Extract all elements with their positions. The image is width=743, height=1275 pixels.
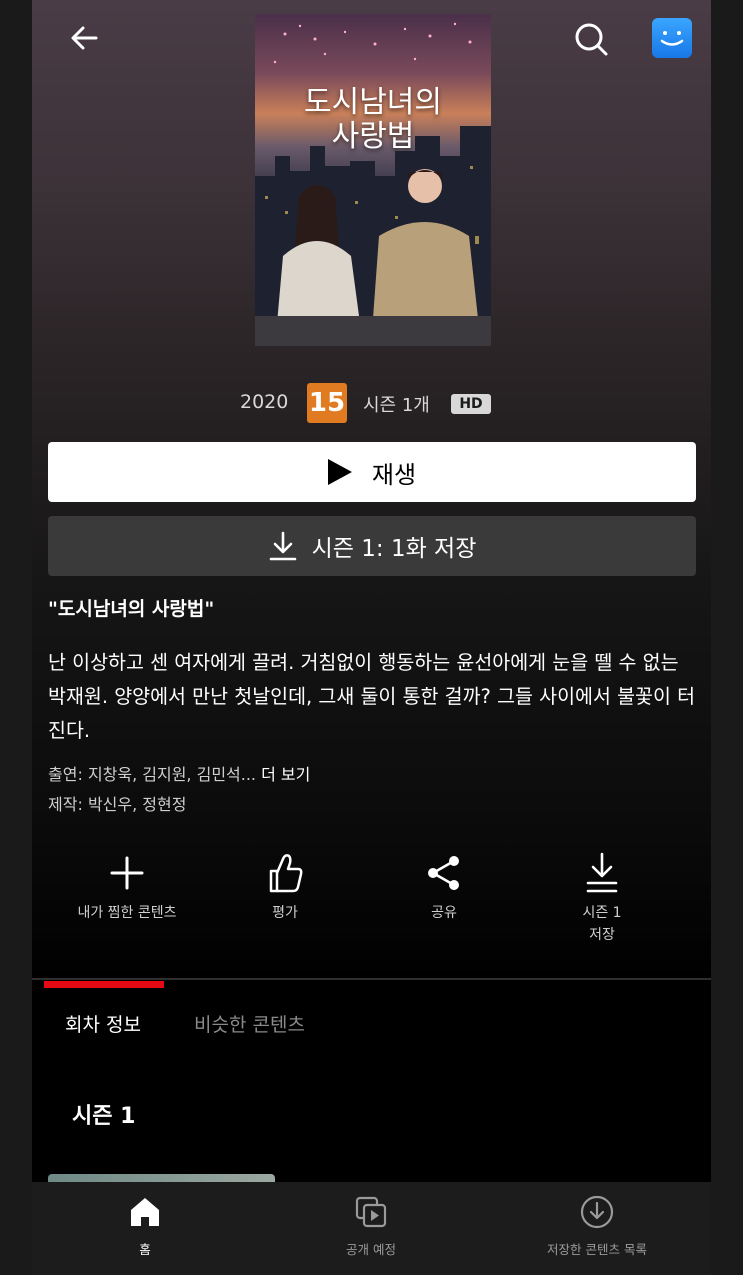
show-poster[interactable]: 도시남녀의 사랑법 <box>255 14 491 346</box>
search-icon <box>575 23 608 56</box>
fireworks-graphic <box>273 22 472 64</box>
age-rating-badge: 15 <box>307 383 347 423</box>
my-list-button[interactable]: 내가 찜한 콘텐츠 <box>52 848 202 924</box>
smiley-icon <box>660 31 684 46</box>
tab-similar[interactable]: 비슷한 콘텐츠 <box>194 1010 305 1037</box>
play-button-label: 재생 <box>371 460 417 489</box>
creator-names: 박신우, 정현정 <box>87 795 187 814</box>
nav-home[interactable]: 홈 <box>32 1182 258 1275</box>
poster-skyline-graphic <box>255 126 491 346</box>
thumbs-up-icon <box>269 854 303 893</box>
download-season-button[interactable]: 시즌 1 저장 <box>527 848 677 946</box>
search-button[interactable] <box>572 20 610 58</box>
release-year: 2020 <box>240 391 289 413</box>
title-detail-screen: 도시남녀의 사랑법 2020 15 시즌 1개 HD 재생 시즌 1: 1화 저… <box>32 0 711 1275</box>
back-arrow-icon <box>71 26 98 50</box>
coming-soon-icon <box>355 1196 387 1228</box>
creator-label: 제작: <box>48 795 83 814</box>
cast-line: 출연: 지창욱, 김지원, 김민석... 더 보기 <box>48 760 310 790</box>
nav-home-label: 홈 <box>139 1242 151 1257</box>
show-title: "도시남녀의 사랑법" <box>48 598 215 620</box>
cast-names: 지창욱, 김지원, 김민석... <box>87 765 257 784</box>
rate-button[interactable]: 평가 <box>210 848 360 924</box>
season-count: 시즌 1개 <box>363 395 430 416</box>
play-button[interactable]: 재생 <box>48 442 696 502</box>
season-selector[interactable]: 시즌 1 <box>72 1098 135 1130</box>
tab-episodes[interactable]: 회차 정보 <box>65 1010 141 1037</box>
tab-divider <box>32 978 711 980</box>
share-icon <box>428 856 459 890</box>
creator-line: 제작: 박신우, 정현정 <box>48 790 310 820</box>
bottom-navigation: 홈 공개 예정 저장한 콘텐츠 목록 <box>32 1182 711 1275</box>
share-button[interactable]: 공유 <box>369 848 519 924</box>
download-episode-button[interactable]: 시즌 1: 1화 저장 <box>48 516 696 576</box>
download-icon <box>269 531 296 561</box>
hd-badge: HD <box>451 394 491 414</box>
back-button[interactable] <box>66 20 102 56</box>
download-season-label: 시즌 1 저장 <box>582 905 622 943</box>
rate-label: 평가 <box>272 905 298 921</box>
credits: 출연: 지창욱, 김지원, 김민석... 더 보기 제작: 박신우, 정현정 <box>48 760 310 820</box>
poster-title-line1: 도시남녀의 <box>304 85 442 120</box>
profile-avatar[interactable] <box>652 18 692 58</box>
action-row: 내가 찜한 콘텐츠 평가 공유 시즌 1 저장 <box>32 848 711 958</box>
show-description: 난 이상하고 센 여자에게 끌려. 거침없이 행동하는 윤선아에게 눈을 뗄 수… <box>48 651 696 742</box>
nav-coming-soon[interactable]: 공개 예정 <box>258 1182 484 1275</box>
nav-coming-soon-label: 공개 예정 <box>346 1242 396 1257</box>
show-meta: 2020 15 시즌 1개 HD <box>32 383 711 423</box>
home-icon <box>131 1198 159 1226</box>
my-list-label: 내가 찜한 콘텐츠 <box>77 905 177 921</box>
cast-label: 출연: <box>48 765 83 784</box>
share-label: 공유 <box>431 905 457 921</box>
nav-downloads-label: 저장한 콘텐츠 목록 <box>547 1242 647 1257</box>
downloads-icon <box>580 1195 614 1229</box>
plus-icon <box>110 856 144 890</box>
download-button-label: 시즌 1: 1화 저장 <box>311 536 477 562</box>
cast-more-link[interactable]: 더 보기 <box>261 765 310 784</box>
download-icon <box>586 852 618 893</box>
active-tab-indicator <box>44 981 164 988</box>
nav-downloads[interactable]: 저장한 콘텐츠 목록 <box>484 1182 710 1275</box>
play-icon <box>327 459 352 485</box>
